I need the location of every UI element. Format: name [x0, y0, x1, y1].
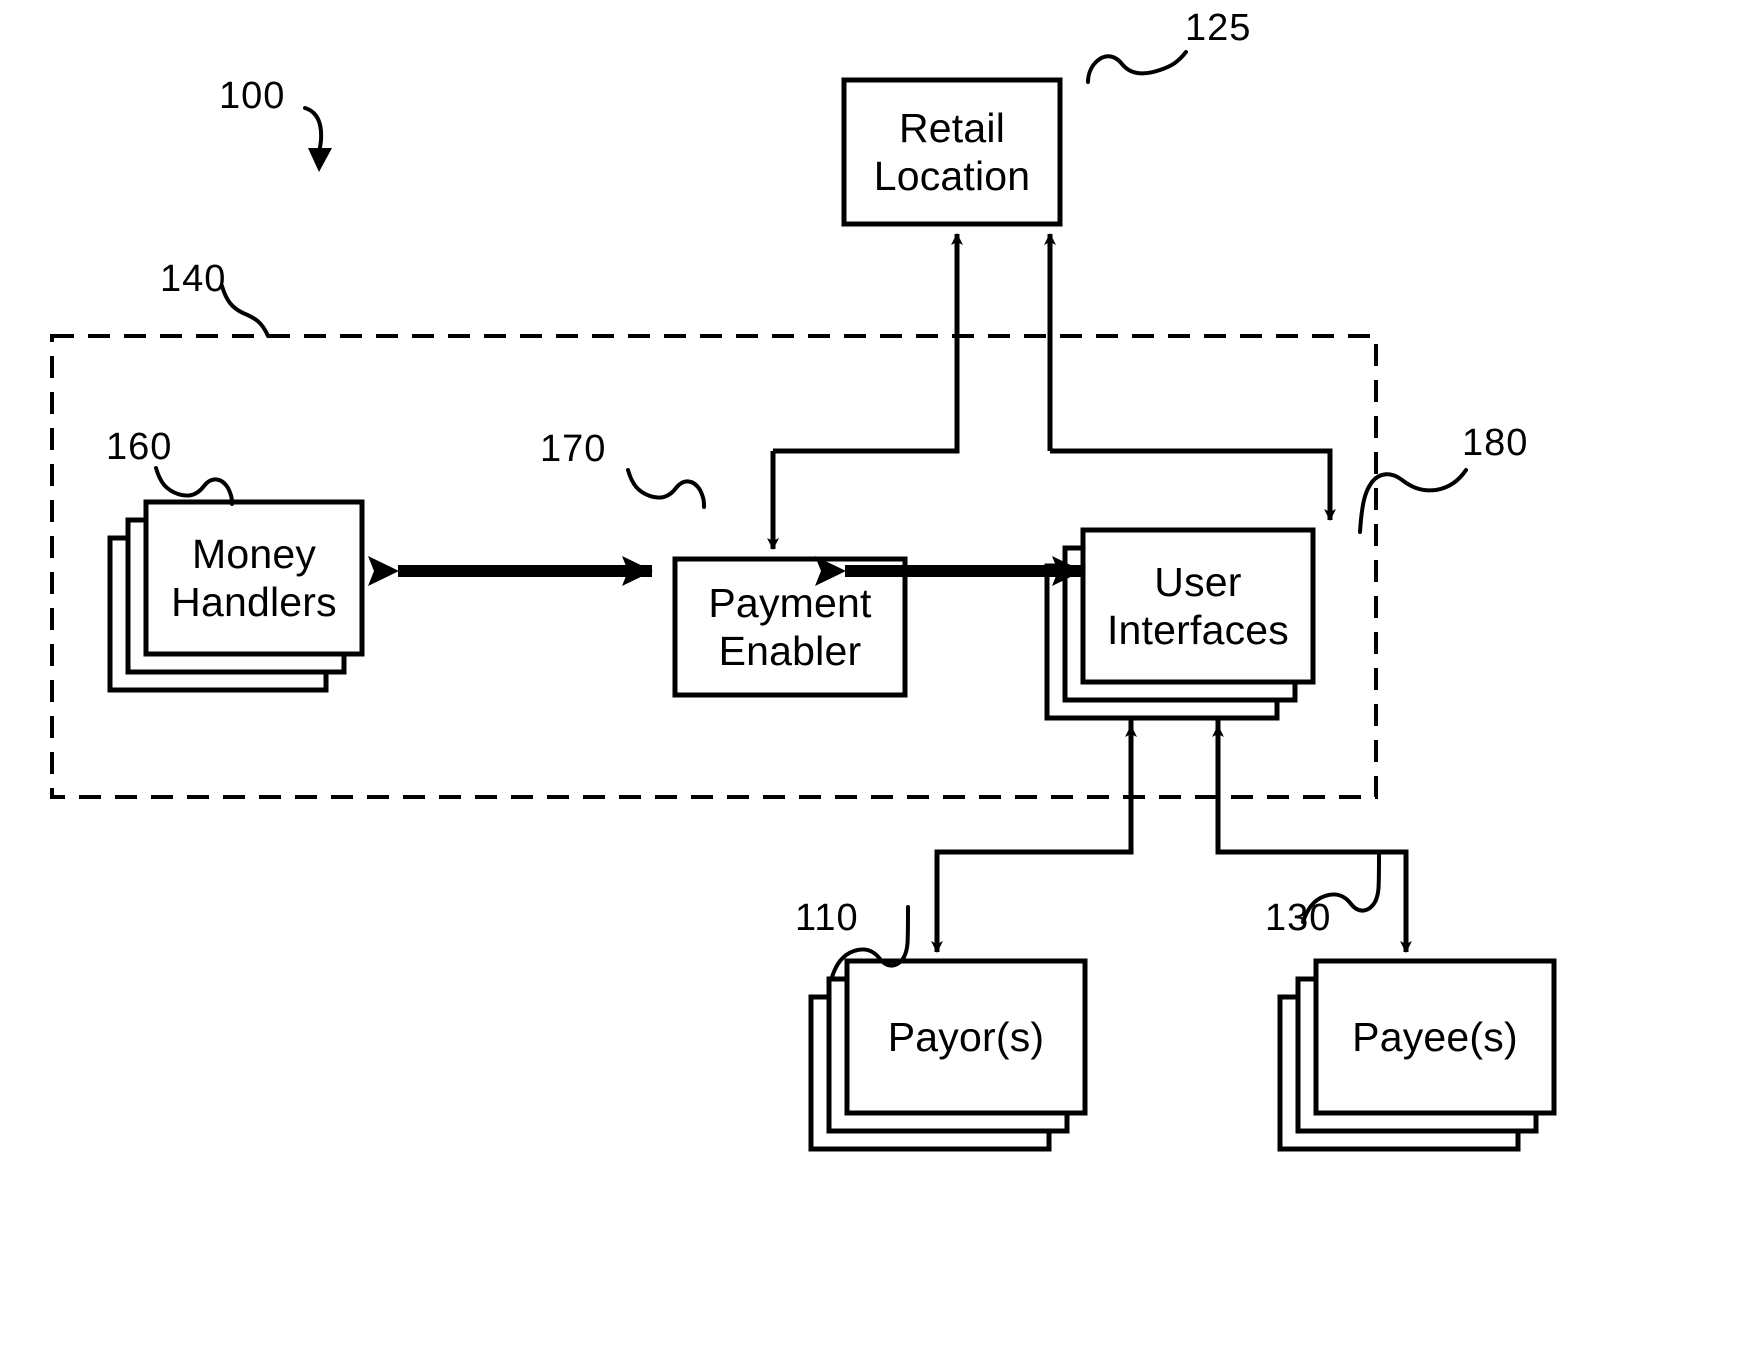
ref-number-100: 100 — [219, 75, 286, 117]
payment-enabler-box — [672, 556, 908, 698]
payees-stack — [1277, 958, 1557, 1152]
ref-leader-170 — [626, 468, 706, 509]
connector-retail-location-to-user-interfaces — [1050, 448, 1336, 521]
ref-leader-140 — [220, 284, 270, 338]
diagram-vector-layer — [50, 50, 1557, 1152]
figure-canvas: Retail Location Money Handlers Payment E… — [0, 0, 1758, 1351]
ref-leader-160 — [154, 466, 234, 506]
user-interfaces-stack — [1044, 527, 1316, 721]
connector-payment-enabler-to-retail-location — [773, 233, 963, 454]
ref-leader-100 — [303, 106, 332, 172]
payors-stack — [808, 958, 1088, 1152]
connector-user-interfaces-to-payors — [931, 718, 1134, 953]
ref-number-140: 140 — [160, 258, 227, 300]
ref-leader-125 — [1086, 50, 1188, 84]
money-handlers-stack — [107, 499, 365, 693]
ref-number-130: 130 — [1265, 897, 1332, 939]
ref-number-180: 180 — [1462, 422, 1529, 464]
ref-number-110: 110 — [795, 897, 859, 939]
retail-location-box — [841, 77, 1063, 227]
ref-number-160: 160 — [106, 426, 173, 468]
ref-number-170: 170 — [540, 428, 607, 470]
ref-number-125: 125 — [1185, 7, 1252, 49]
